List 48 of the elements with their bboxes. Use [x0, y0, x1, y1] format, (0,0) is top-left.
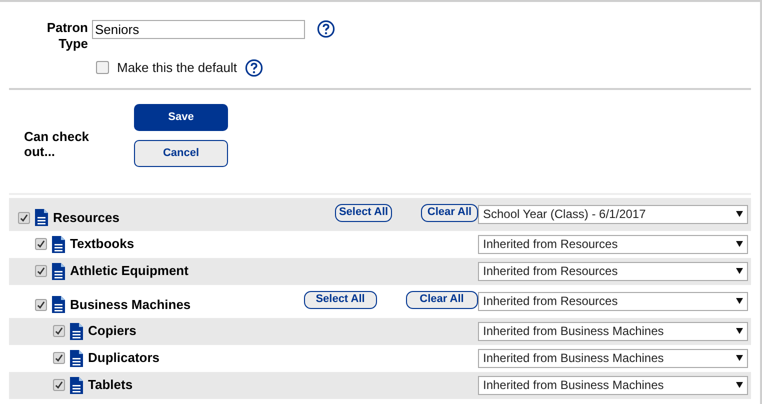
patron-type-field[interactable]: Seniors [92, 20, 305, 39]
document-icon [70, 322, 83, 340]
tree-checkbox[interactable] [53, 325, 65, 337]
help-icon[interactable] [317, 20, 335, 38]
loan-period-dropdown[interactable]: Inherited from Resources [478, 234, 748, 254]
category-name: Tablets [88, 376, 133, 394]
cancel-button[interactable]: Cancel [134, 140, 228, 166]
loan-period-dropdown[interactable]: Inherited from Resources [478, 262, 748, 280]
dropdown-arrow-icon [736, 241, 743, 247]
tree-checkbox[interactable] [53, 352, 65, 364]
dropdown-arrow-icon [736, 298, 743, 304]
tree-checkbox[interactable] [53, 379, 65, 391]
category-name: Athletic Equipment [70, 262, 188, 280]
document-icon [52, 236, 65, 252]
tree-checkbox[interactable] [35, 238, 47, 250]
category-name: Duplicators [88, 349, 160, 368]
dropdown-arrow-icon [736, 211, 743, 217]
category-name: Textbooks [70, 235, 134, 254]
loan-period-dropdown[interactable]: Inherited from Business Machines [478, 348, 748, 368]
document-icon [70, 376, 83, 394]
select-all-button[interactable]: Select All [335, 204, 392, 222]
default-checkbox[interactable] [96, 61, 109, 74]
section-label: Can check out... [24, 128, 90, 160]
clear-all-button[interactable]: Clear All [406, 290, 478, 308]
document-icon [35, 209, 48, 226]
document-icon [52, 262, 65, 280]
tree-checkbox[interactable] [18, 212, 30, 224]
category-name: Business Machines [70, 296, 191, 314]
help-icon[interactable] [244, 58, 263, 77]
checkbox-label: Make this the default [117, 59, 237, 77]
field-label: Patron Type [46, 20, 88, 52]
dropdown-arrow-icon [736, 355, 743, 361]
dropdown-arrow-icon [736, 328, 743, 334]
tree-checkbox[interactable] [35, 265, 47, 277]
dropdown-arrow-icon [736, 268, 743, 274]
loan-period-dropdown[interactable]: Inherited from Business Machines [478, 376, 748, 394]
dropdown-arrow-icon [736, 382, 743, 388]
category-name: Resources [53, 209, 120, 227]
loan-period-dropdown[interactable]: Inherited from Resources [478, 292, 748, 310]
loan-period-dropdown[interactable]: School Year (Class) - 6/1/2017 [478, 204, 748, 224]
loan-period-dropdown[interactable]: Inherited from Business Machines [478, 322, 748, 340]
select-all-button[interactable]: Select All [304, 290, 376, 308]
category-name: Copiers [88, 322, 136, 340]
document-icon [70, 350, 83, 366]
clear-all-button[interactable]: Clear All [421, 204, 478, 222]
tree-checkbox[interactable] [35, 298, 47, 311]
document-icon [52, 296, 65, 314]
save-button[interactable]: Save [134, 104, 228, 130]
